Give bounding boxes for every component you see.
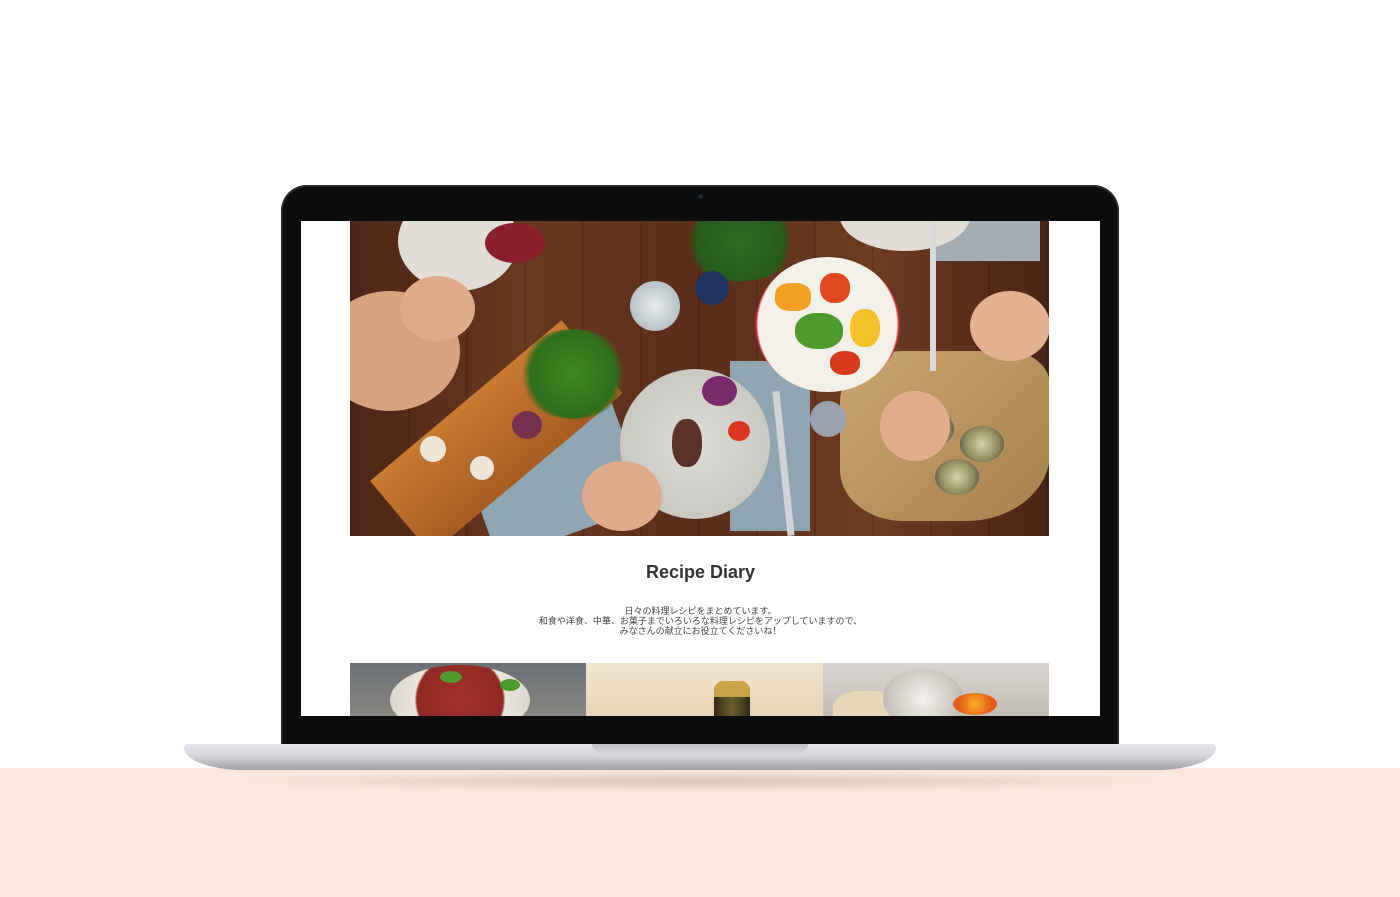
page-title: Recipe Diary [645, 562, 756, 582]
laptop-base-notch [592, 744, 808, 753]
hero-image [350, 221, 1049, 536]
webcam-icon [698, 194, 703, 199]
intro-line: 和食や洋食、中華、お菓子までいろいろな料理レシピをアップしていますので、 [538, 617, 863, 627]
laptop-screen: Recipe Diary 日々の料理レシピをまとめています。 和食や洋食、中華、… [301, 221, 1100, 716]
intro-line: みなさんの献立にお役立てくださいね！ [619, 627, 782, 637]
intro-line: 日々の料理レシピをまとめています。 [624, 607, 777, 617]
recipe-thumbnail-1[interactable] [350, 663, 586, 716]
recipe-thumbnail-3[interactable] [823, 663, 1049, 716]
laptop-shadow [200, 770, 1200, 792]
recipe-thumbnail-row [350, 663, 1049, 716]
recipe-thumbnail-2[interactable] [586, 663, 823, 716]
intro-text: 日々の料理レシピをまとめています。 和食や洋食、中華、お菓子までいろいろな料理レ… [301, 607, 1100, 637]
mockup-stage: Recipe Diary 日々の料理レシピをまとめています。 和食や洋食、中華、… [0, 0, 1400, 897]
